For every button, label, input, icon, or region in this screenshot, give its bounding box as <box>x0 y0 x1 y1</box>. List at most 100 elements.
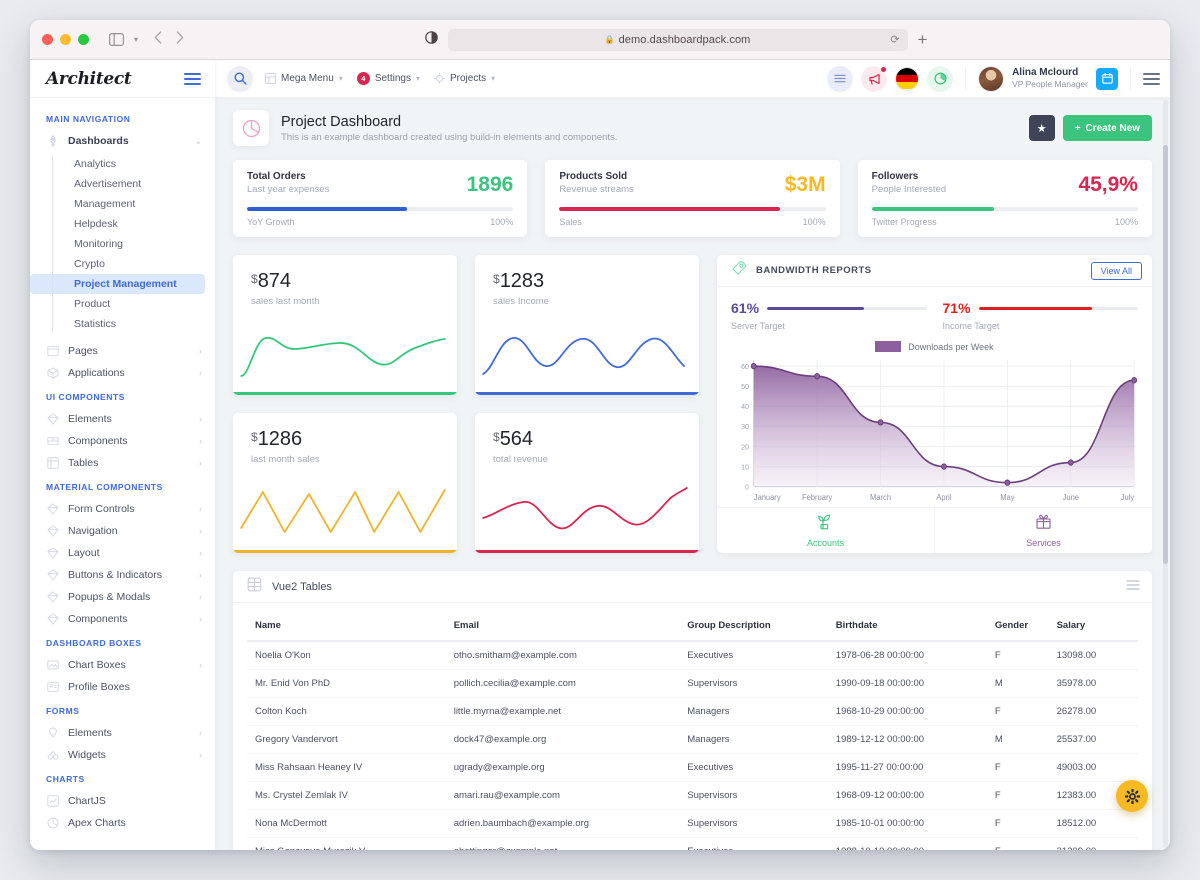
sidebar-subitem-statistics[interactable]: Statistics <box>30 314 205 334</box>
sparkline-card-sales-income: $1283 sales Income <box>475 255 699 395</box>
table-cell: 1968-10-29 00:00:00 <box>827 697 987 726</box>
table-column-header[interactable]: Birthdate <box>827 611 987 642</box>
sidebar-subitem-project-management[interactable]: Project Management <box>30 274 205 294</box>
flag-germany-icon[interactable] <box>895 66 920 91</box>
privacy-shield-icon[interactable] <box>424 30 438 49</box>
table-column-header[interactable]: Name <box>247 611 446 642</box>
table-column-header[interactable]: Email <box>445 611 680 642</box>
table-column-header[interactable]: Group Description <box>679 611 828 642</box>
table-row[interactable]: Noelia O'Kon otho.smitham@example.com Exec… <box>247 641 1138 670</box>
svg-text:0: 0 <box>745 482 749 491</box>
list-settings-icon[interactable] <box>1126 578 1140 596</box>
topbar-item-settings[interactable]: 4 Settings ▾ <box>356 72 420 85</box>
sidebar-dropdown-icon[interactable]: ▾ <box>134 35 138 44</box>
reload-icon[interactable]: ⟳ <box>890 33 899 46</box>
megaphone-icon[interactable] <box>861 65 888 92</box>
sidebar-subitem-crypto[interactable]: Crypto <box>30 254 205 274</box>
address-bar[interactable]: 🔒 demo.dashboardpack.com ⟳ <box>447 28 908 51</box>
sidebar-subitem-helpdesk[interactable]: Helpdesk <box>30 214 205 234</box>
sidebar-toggle-icon[interactable] <box>109 33 124 46</box>
sidebar-item-popups-modals[interactable]: Popups & Modals › <box>30 586 215 608</box>
table-cell: Miss Genoveva Murazik V <box>247 837 446 850</box>
hamburger-icon[interactable] <box>1143 72 1160 85</box>
list-icon[interactable] <box>827 65 854 92</box>
settings-badge: 4 <box>356 72 370 85</box>
minimize-window-button[interactable] <box>60 34 71 45</box>
box-icon <box>46 367 59 380</box>
sidebar-item-widgets[interactable]: Widgets › <box>30 744 215 766</box>
sidebar-item-label: Profile Boxes <box>68 681 130 693</box>
sidebar-item-layout[interactable]: Layout › <box>30 542 215 564</box>
create-new-button[interactable]: + Create New <box>1062 115 1152 141</box>
table-row[interactable]: Gregory Vandervort dock47@example.org Mana… <box>247 725 1138 754</box>
table-row[interactable]: Colton Koch little.myrna@example.net Manag… <box>247 697 1138 726</box>
sidebar-nav[interactable]: MAIN NAVIGATION Dashboards ⌄ Analytics Adver… <box>30 98 215 850</box>
sidebar-item-components[interactable]: Components › <box>30 430 215 452</box>
topbar-item-mega-menu[interactable]: Mega Menu ▾ <box>265 73 343 84</box>
sidebar-item-profile-boxes[interactable]: Profile Boxes <box>30 676 215 698</box>
favorite-button[interactable]: ★ <box>1028 115 1055 141</box>
view-all-button[interactable]: View All <box>1090 261 1142 280</box>
sidebar-item-chart-boxes[interactable]: Chart Boxes › <box>30 654 215 676</box>
sidebar-item-dashboards[interactable]: Dashboards ⌄ <box>30 130 215 152</box>
footer-accounts[interactable]: Accounts <box>717 508 934 553</box>
table-row[interactable]: Ms. Crystel Zemlak IV amari.rau@example.c… <box>247 781 1138 810</box>
footer-services[interactable]: Services <box>934 508 1152 553</box>
footer-accounts-label: Accounts <box>806 538 845 548</box>
maximize-window-button[interactable] <box>78 34 89 45</box>
avatar[interactable] <box>978 65 1005 92</box>
settings-fab-button[interactable] <box>1116 780 1148 812</box>
sidebar-item-tables[interactable]: Tables › <box>30 452 215 474</box>
table-column-header[interactable]: Salary <box>1048 611 1138 642</box>
sidebar-item-form-controls[interactable]: Form Controls › <box>30 498 215 520</box>
table-cell: little.myrna@example.net <box>445 697 680 726</box>
table-row[interactable]: Miss Rahsaan Heaney IV ugrady@example.org… <box>247 753 1138 782</box>
sidebar-subitem-monitoring[interactable]: Monitoring <box>30 234 205 254</box>
table-cell: Miss Rahsaan Heaney IV <box>247 753 446 782</box>
new-tab-button[interactable]: + <box>918 30 928 50</box>
sidebar-item-buttons-indicators[interactable]: Buttons & Indicators › <box>30 564 215 586</box>
sidebar-item-chartjs[interactable]: ChartJS <box>30 790 215 812</box>
sidebar-subitem-analytics[interactable]: Analytics <box>30 154 205 174</box>
target-track <box>767 306 927 310</box>
pie-chart-icon[interactable] <box>927 65 954 92</box>
sparkline-label: last month sales <box>251 454 320 465</box>
sidebar-item-applications[interactable]: Applications › <box>30 362 215 384</box>
chevron-down-icon: ▾ <box>491 74 496 83</box>
table-cell: F <box>986 641 1049 670</box>
table-row[interactable]: Miss Genoveva Murazik Vohettinger@exampl… <box>247 837 1138 850</box>
sidebar-collapse-icon[interactable] <box>184 72 201 85</box>
content-scrollbar[interactable] <box>1163 100 1168 848</box>
brand-logo[interactable]: Architect <box>46 69 132 89</box>
sidebar-subitem-management[interactable]: Management <box>30 194 205 214</box>
close-window-button[interactable] <box>42 34 53 45</box>
user-profile[interactable]: Alina Mclourd VP People Manager <box>978 65 1118 92</box>
table-row[interactable]: Mr. Enid Von PhD pollich.cecilia@example.… <box>247 669 1138 698</box>
table-cell: F <box>986 781 1049 810</box>
table-cell: ohettinger@example.net <box>445 837 680 850</box>
sidebar-subitem-advertisement[interactable]: Advertisement <box>30 174 205 194</box>
sidebar-item-elements[interactable]: Elements › <box>30 722 215 744</box>
chevron-down-icon: ▾ <box>338 74 343 83</box>
sidebar-item-navigation[interactable]: Navigation › <box>30 520 215 542</box>
sidebar-item-components[interactable]: Components › <box>30 608 215 630</box>
back-button[interactable] <box>154 30 162 49</box>
table-cell: F <box>986 753 1049 782</box>
sidebar-item-apex-charts[interactable]: Apex Charts <box>30 812 215 834</box>
topbar-menu[interactable]: Mega Menu ▾ 4 Settings ▾ Projects ▾ <box>265 72 495 85</box>
diamond-icon <box>46 413 59 426</box>
browser-window: ▾ 🔒 demo.dashboardpack.com ⟳ + Architect… <box>30 20 1170 850</box>
search-icon[interactable] <box>227 65 253 92</box>
calendar-icon[interactable] <box>1096 67 1118 90</box>
topbar-item-projects[interactable]: Projects ▾ <box>433 73 496 84</box>
target-track <box>978 306 1138 310</box>
forward-button[interactable] <box>176 30 184 49</box>
sidebar-item-pages[interactable]: Pages › <box>30 340 215 362</box>
table-column-header[interactable]: Gender <box>986 611 1049 642</box>
table-row[interactable]: Nona McDermott adrien.baumbach@example.or… <box>247 809 1138 838</box>
target-meters: 61% Server Target 71% Income Target <box>731 300 1138 331</box>
sidebar-item-elements[interactable]: Elements › <box>30 408 215 430</box>
table-cell: otho.smitham@example.com <box>445 641 680 670</box>
sidebar-subitem-product[interactable]: Product <box>30 294 205 314</box>
window-controls[interactable] <box>42 34 89 45</box>
